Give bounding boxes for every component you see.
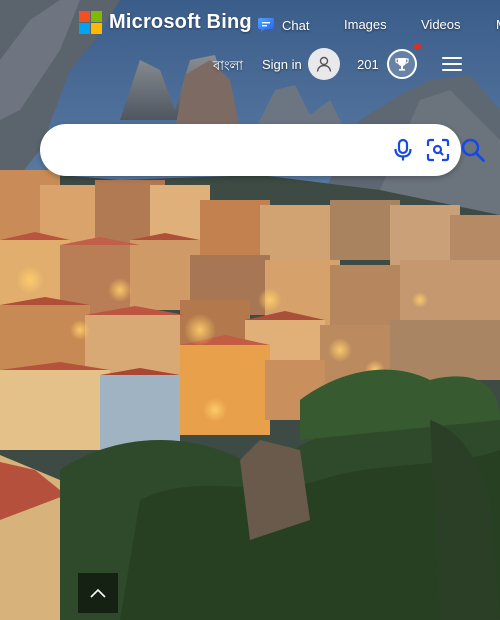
nav-videos[interactable]: Videos — [421, 17, 461, 32]
background-image — [0, 0, 500, 620]
avatar[interactable] — [308, 48, 340, 80]
user-avatar-icon — [316, 56, 332, 72]
signin-link[interactable]: Sign in — [262, 57, 302, 72]
nav-images[interactable]: Images — [344, 17, 387, 32]
chat-bubble-icon — [258, 18, 274, 32]
bing-logo[interactable]: Microsoft Bing — [79, 11, 252, 34]
nav-chat-label: Chat — [282, 17, 310, 33]
language-toggle[interactable]: বাংলা — [213, 57, 243, 78]
nav-more[interactable]: M — [496, 17, 500, 32]
trophy-icon — [395, 58, 409, 71]
search-box — [40, 124, 485, 176]
rewards-button[interactable] — [387, 49, 417, 79]
nav-chat[interactable]: Chat — [257, 17, 309, 33]
rewards-points[interactable]: 201 — [357, 57, 379, 72]
visual-search-icon[interactable] — [425, 137, 451, 163]
notification-dot — [414, 43, 421, 50]
brand-name: Microsoft Bing — [109, 11, 252, 33]
scroll-top-button[interactable] — [78, 573, 118, 613]
search-input[interactable] — [62, 136, 346, 166]
chevron-up-icon — [90, 588, 106, 598]
microphone-icon[interactable] — [390, 137, 416, 163]
search-icon[interactable] — [460, 137, 486, 163]
hamburger-menu-icon[interactable] — [442, 56, 462, 72]
microsoft-logo-icon — [79, 11, 102, 34]
header: Microsoft Bing Chat Images Videos M বাংল… — [0, 0, 500, 90]
